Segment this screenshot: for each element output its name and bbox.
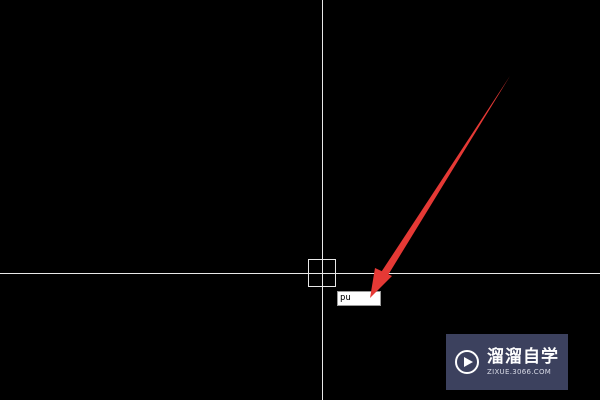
watermark-subtitle: ZIXUE.3066.COM xyxy=(487,368,552,376)
crosshair-horizontal-line xyxy=(0,273,600,274)
watermark-text: 溜溜自学 ZIXUE.3066.COM xyxy=(487,347,559,377)
dynamic-command-input[interactable]: pu xyxy=(337,291,381,306)
cad-drawing-area[interactable]: pu 溜溜自学 ZIXUE.3066.COM xyxy=(0,0,600,400)
watermark-title: 溜溜自学 xyxy=(487,347,559,367)
site-watermark: 溜溜自学 ZIXUE.3066.COM xyxy=(446,334,568,390)
arrow-shaft xyxy=(378,76,510,280)
cursor-pickbox xyxy=(308,259,336,287)
play-icon xyxy=(455,350,479,374)
crosshair-vertical-line xyxy=(322,0,323,400)
